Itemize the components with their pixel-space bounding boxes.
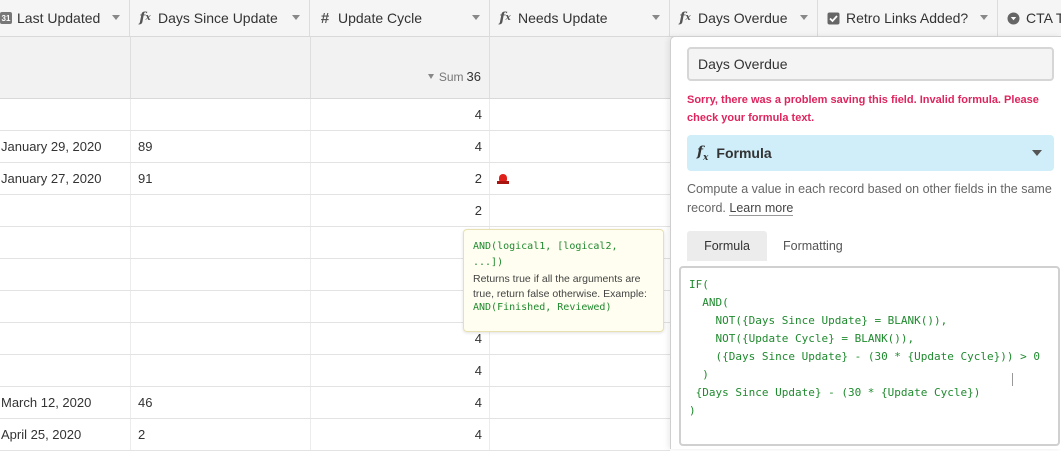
column-header-update-cycle[interactable]: # Update Cycle xyxy=(310,0,490,36)
cell-last-updated[interactable] xyxy=(0,99,130,130)
cell-last-updated[interactable] xyxy=(0,227,130,258)
cell-days-since-update[interactable]: 2 xyxy=(130,419,310,450)
checkbox-icon xyxy=(826,11,840,25)
cell-update-cycle[interactable]: 2 xyxy=(310,195,490,226)
summary-type: Sum xyxy=(438,70,464,84)
tooltip-signature-cont: ...]) xyxy=(473,257,504,268)
field-type-select[interactable]: fx Formula xyxy=(687,135,1054,171)
tab-formatting[interactable]: Formatting xyxy=(783,231,843,261)
cell-needs-update[interactable] xyxy=(490,131,670,162)
error-message: Sorry, there was a problem saving this f… xyxy=(687,94,1039,124)
tooltip-signature: AND(logical1, [logical2, xyxy=(473,241,618,252)
cell-last-updated[interactable] xyxy=(0,195,130,226)
cell-needs-update[interactable] xyxy=(490,195,670,226)
cell-needs-update[interactable] xyxy=(490,387,670,418)
cell-update-cycle[interactable]: 4 xyxy=(310,131,490,162)
cell-days-since-update[interactable]: 46 xyxy=(130,387,310,418)
chevron-down-icon[interactable] xyxy=(980,15,988,20)
chevron-down-icon[interactable] xyxy=(472,15,480,20)
summary-value: 36 xyxy=(466,69,481,84)
cell-needs-update[interactable] xyxy=(490,419,670,450)
cell-days-since-update[interactable] xyxy=(130,323,310,354)
formula-icon: fx xyxy=(697,143,709,163)
function-tooltip: AND(logical1, [logical2, ...]) Returns t… xyxy=(463,229,664,332)
summary-label: Sum 36 xyxy=(427,69,481,84)
cell-update-cycle[interactable]: 4 xyxy=(310,419,490,450)
tab-formula[interactable]: Formula xyxy=(687,231,767,261)
caret-down-icon xyxy=(427,74,434,79)
column-header-cta-type[interactable]: CTA Ty xyxy=(998,0,1061,36)
cell-update-cycle[interactable]: 2 xyxy=(310,163,490,194)
chevron-down-icon[interactable] xyxy=(652,15,660,20)
formula-editor[interactable]: IF( AND( NOT({Days Since Update} = BLANK… xyxy=(679,266,1060,446)
tooltip-description: Returns true if all the arguments are tr… xyxy=(473,273,647,300)
formula-icon: fx xyxy=(679,10,691,26)
cell-last-updated[interactable]: January 29, 2020 xyxy=(0,131,130,162)
column-label: CTA Ty xyxy=(1026,10,1061,26)
field-name-input[interactable]: Days Overdue xyxy=(687,47,1054,81)
cell-days-since-update[interactable] xyxy=(130,195,310,226)
column-label: Update Cycle xyxy=(338,10,423,26)
table-row[interactable]: 2 xyxy=(0,195,670,227)
cell-needs-update[interactable] xyxy=(490,99,670,130)
tooltip-example: AND(Finished, Reviewed) xyxy=(473,302,612,313)
column-header-needs-update[interactable]: fx Needs Update xyxy=(490,0,670,36)
column-label: Days Since Update xyxy=(158,10,278,26)
column-header-last-updated[interactable]: 31 Last Updated xyxy=(0,0,130,36)
summary-cell-update-cycle[interactable]: Sum 36 xyxy=(310,37,490,98)
cell-last-updated[interactable] xyxy=(0,355,130,386)
chevron-down-icon xyxy=(1032,150,1042,156)
column-label: Retro Links Added? xyxy=(846,10,969,26)
number-icon: # xyxy=(320,9,330,27)
cell-days-since-update[interactable] xyxy=(130,99,310,130)
column-label: Needs Update xyxy=(518,10,608,26)
table-row[interactable]: January 29, 2020 89 4 xyxy=(0,131,670,163)
column-label: Last Updated xyxy=(17,10,101,26)
cell-last-updated[interactable]: March 12, 2020 xyxy=(0,387,130,418)
cell-last-updated[interactable]: April 25, 2020 xyxy=(0,419,130,450)
cell-days-since-update[interactable] xyxy=(130,355,310,386)
field-type-help: Compute a value in each record based on … xyxy=(687,180,1057,218)
cell-days-since-update[interactable] xyxy=(130,227,310,258)
cell-update-cycle[interactable]: 4 xyxy=(310,387,490,418)
cell-update-cycle[interactable]: 4 xyxy=(310,99,490,130)
table-row[interactable]: January 27, 2020 91 2 xyxy=(0,163,670,195)
column-header-days-overdue[interactable]: fx Days Overdue xyxy=(670,0,818,36)
table-row[interactable]: 4 xyxy=(0,355,670,387)
cell-last-updated[interactable] xyxy=(0,259,130,290)
formula-icon: fx xyxy=(499,10,511,26)
chevron-down-icon[interactable] xyxy=(112,15,120,20)
learn-more-link[interactable]: Learn more xyxy=(729,201,794,216)
cell-needs-update[interactable] xyxy=(490,163,670,194)
cell-last-updated[interactable] xyxy=(0,291,130,322)
panel-tabs: Formula Formatting xyxy=(687,231,1054,261)
column-header-retro-links[interactable]: Retro Links Added? xyxy=(818,0,998,36)
table-row[interactable]: 4 xyxy=(0,99,670,131)
cell-last-updated[interactable]: January 27, 2020 xyxy=(0,163,130,194)
column-header-days-since-update[interactable]: fx Days Since Update xyxy=(130,0,310,36)
text-cursor xyxy=(1012,373,1013,386)
cell-days-since-update[interactable] xyxy=(130,291,310,322)
cell-needs-update[interactable] xyxy=(490,355,670,386)
summary-divider xyxy=(130,37,131,98)
calendar-icon: 31 xyxy=(0,12,12,24)
cell-days-since-update[interactable] xyxy=(130,259,310,290)
single-select-icon xyxy=(1006,11,1020,25)
cell-update-cycle[interactable]: 4 xyxy=(310,355,490,386)
cell-days-since-update[interactable]: 89 xyxy=(130,131,310,162)
chevron-down-icon[interactable] xyxy=(800,15,808,20)
table-row[interactable]: March 12, 2020 46 4 xyxy=(0,387,670,419)
cell-last-updated[interactable] xyxy=(0,323,130,354)
column-label: Days Overdue xyxy=(698,10,788,26)
grid-header: 31 Last Updated fx Days Since Update # U… xyxy=(0,0,1061,37)
formula-icon: fx xyxy=(139,10,151,26)
siren-icon xyxy=(497,173,509,184)
field-config-panel: Days Overdue Sorry, there was a problem … xyxy=(670,36,1061,449)
table-row[interactable]: April 25, 2020 2 4 xyxy=(0,419,670,451)
field-type-label: Formula xyxy=(716,145,772,161)
chevron-down-icon[interactable] xyxy=(292,15,300,20)
cell-days-since-update[interactable]: 91 xyxy=(130,163,310,194)
